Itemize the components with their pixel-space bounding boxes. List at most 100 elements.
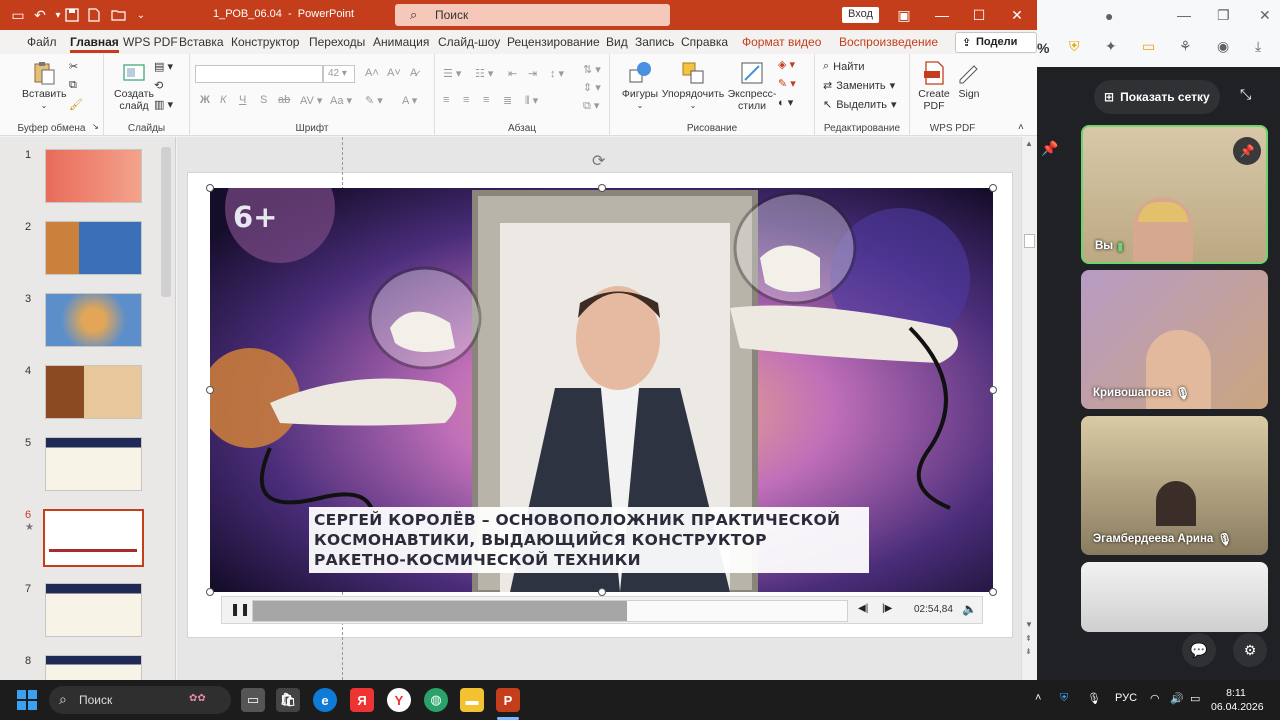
font-family-field[interactable] bbox=[195, 65, 323, 83]
chat-button[interactable]: 💬 bbox=[1182, 633, 1216, 667]
replace-button[interactable]: ⇄ Заменить ▾ bbox=[823, 79, 895, 93]
resize-handle[interactable] bbox=[989, 184, 997, 192]
minimize-icon[interactable]: — bbox=[1177, 7, 1191, 23]
tray-overflow-icon[interactable]: ˄ bbox=[1035, 692, 1041, 704]
battery-icon[interactable]: ▭ bbox=[1142, 38, 1155, 55]
settings-button[interactable]: ⚙ bbox=[1233, 633, 1267, 667]
powerpoint-icon[interactable]: P bbox=[496, 688, 520, 712]
show-grid-button[interactable]: ⊞ Показать сетку bbox=[1094, 80, 1220, 114]
task-view-icon[interactable]: ▭ bbox=[241, 688, 265, 712]
line-spacing-icon[interactable]: ↕ ▾ bbox=[550, 67, 564, 80]
microphone-icon[interactable]: 🎙 bbox=[1087, 692, 1101, 705]
change-case-icon[interactable]: Aa ▾ bbox=[330, 94, 352, 107]
video-progress-bar[interactable] bbox=[252, 600, 848, 622]
tab-help[interactable]: Справка bbox=[681, 35, 728, 49]
tab-record[interactable]: Запись bbox=[635, 35, 674, 49]
open-folder-icon[interactable] bbox=[108, 5, 128, 25]
resize-handle[interactable] bbox=[206, 184, 214, 192]
format-painter-icon[interactable]: 🖌 bbox=[69, 98, 83, 111]
account-icon[interactable]: ● bbox=[1105, 8, 1113, 24]
tab-file[interactable]: Файл bbox=[27, 35, 57, 49]
tab-playback[interactable]: Воспроизведение bbox=[839, 35, 938, 49]
scroll-down-icon[interactable]: ▼ bbox=[1025, 620, 1033, 629]
resize-handle[interactable] bbox=[206, 386, 214, 394]
new-file-icon[interactable] bbox=[84, 5, 104, 25]
restore-icon[interactable]: ❐ bbox=[1217, 7, 1230, 24]
speaker-icon[interactable]: 🔊 bbox=[1170, 692, 1184, 705]
shapes-button[interactable]: Фигуры ⌄ bbox=[618, 60, 662, 112]
resize-handle[interactable] bbox=[598, 588, 606, 596]
language-indicator[interactable]: РУС bbox=[1115, 692, 1137, 704]
clear-format-icon[interactable]: A̷ bbox=[410, 67, 417, 79]
reset-icon[interactable]: ⟲ bbox=[154, 79, 163, 92]
seek-forward-icon[interactable]: |▶ bbox=[882, 603, 892, 614]
highlight-icon[interactable]: ✎ ▾ bbox=[365, 94, 383, 107]
underline-button[interactable]: Ч bbox=[239, 94, 246, 106]
tab-wps-pdf[interactable]: WPS PDF bbox=[123, 35, 178, 49]
pin-icon[interactable]: 📌 bbox=[1041, 140, 1058, 157]
participant-tile[interactable]: Эгамбердеева Арина 🎙 bbox=[1081, 416, 1268, 555]
justify-icon[interactable]: ≣ bbox=[503, 94, 512, 107]
collapse-icon[interactable]: ⤡ bbox=[1240, 86, 1251, 103]
font-size-field[interactable]: 42 ▾ bbox=[323, 65, 355, 83]
columns-icon[interactable]: ⫴ ▾ bbox=[525, 94, 538, 108]
font-color-icon[interactable]: A ▾ bbox=[402, 94, 417, 107]
search-box[interactable]: ⌕ Поиск bbox=[395, 4, 670, 26]
scroll-up-icon[interactable]: ▲ bbox=[1025, 139, 1033, 148]
start-button[interactable] bbox=[17, 690, 37, 713]
align-left-icon[interactable]: ≡ bbox=[443, 94, 449, 106]
paste-button[interactable]: Вставить ⌄ bbox=[22, 60, 67, 112]
resize-handle[interactable] bbox=[989, 588, 997, 596]
shape-effects-icon[interactable]: ◐ ▾ bbox=[778, 96, 793, 109]
tab-review[interactable]: Рецензирование bbox=[507, 35, 600, 49]
participant-tile[interactable]: Кривошапова 🎙 bbox=[1081, 270, 1268, 409]
tab-transitions[interactable]: Переходы bbox=[309, 35, 365, 49]
clipboard-launcher-icon[interactable]: ↘ bbox=[92, 122, 99, 131]
tab-home[interactable]: Главная bbox=[70, 35, 119, 53]
find-button[interactable]: ⌕ Найти bbox=[823, 60, 865, 73]
shape-fill-icon[interactable]: ◈ ▾ bbox=[778, 58, 795, 71]
close-button[interactable]: ✕ bbox=[1002, 4, 1032, 26]
participant-tile[interactable] bbox=[1081, 562, 1268, 632]
smartart-icon[interactable]: ⧉ ▾ bbox=[583, 99, 599, 113]
undo-icon[interactable]: ↶ bbox=[30, 5, 50, 25]
shield-icon[interactable]: ⛨ bbox=[1069, 38, 1080, 55]
section-icon[interactable]: ▥ ▾ bbox=[154, 98, 173, 111]
login-button[interactable]: Вход bbox=[842, 7, 879, 23]
pause-button[interactable]: ❚❚ bbox=[230, 602, 250, 616]
minimize-button[interactable]: — bbox=[927, 4, 957, 26]
tab-slideshow[interactable]: Слайд-шоу bbox=[438, 35, 500, 49]
globe-icon[interactable]: ◍ bbox=[424, 688, 448, 712]
align-text-icon[interactable]: ⇕ ▾ bbox=[583, 81, 601, 94]
decrease-font-icon[interactable]: A˅ bbox=[387, 67, 401, 79]
edge-icon[interactable]: e bbox=[313, 688, 337, 712]
shape-outline-icon[interactable]: ✎ ▾ bbox=[778, 77, 796, 90]
tab-insert[interactable]: Вставка bbox=[179, 35, 224, 49]
downloads-icon[interactable]: ⤓ bbox=[1255, 38, 1261, 55]
next-slide-icon[interactable]: ⇟ bbox=[1025, 647, 1032, 656]
collapse-ribbon-icon[interactable]: ˄ bbox=[1018, 122, 1024, 133]
italic-button[interactable]: К bbox=[220, 94, 226, 106]
char-spacing-icon[interactable]: AV ▾ bbox=[300, 94, 322, 107]
seek-back-icon[interactable]: ◀| bbox=[858, 603, 868, 614]
create-pdf-button[interactable]: Create PDF bbox=[916, 60, 952, 112]
decrease-indent-icon[interactable]: ⇤ bbox=[508, 67, 517, 80]
battery-icon[interactable]: ▭ bbox=[1190, 692, 1200, 705]
store-icon[interactable]: 🛍 bbox=[276, 688, 300, 712]
resize-handle[interactable] bbox=[598, 184, 606, 192]
increase-indent-icon[interactable]: ⇥ bbox=[528, 67, 537, 80]
align-right-icon[interactable]: ≡ bbox=[483, 94, 489, 106]
file-explorer-icon[interactable]: ▬ bbox=[460, 688, 484, 712]
save-icon[interactable] bbox=[62, 5, 82, 25]
defender-icon[interactable]: ⛨ bbox=[1060, 692, 1068, 705]
text-direction-icon[interactable]: ⇅ ▾ bbox=[583, 63, 601, 76]
resize-handle[interactable] bbox=[989, 386, 997, 394]
arrange-button[interactable]: Упорядочить ⌄ bbox=[660, 60, 726, 112]
extensions-icon[interactable]: ✦ bbox=[1105, 38, 1117, 55]
taskbar-search[interactable]: ⌕ Поиск ✿✿ bbox=[49, 686, 231, 714]
copy-icon[interactable]: ⧉ bbox=[69, 79, 77, 92]
volume-icon[interactable]: 🔈 bbox=[962, 602, 977, 616]
scroll-thumb[interactable] bbox=[1024, 234, 1035, 248]
share-button[interactable]: ⇪ Подели bbox=[955, 32, 1037, 53]
new-slide-button[interactable]: Создать слайд bbox=[112, 60, 156, 112]
